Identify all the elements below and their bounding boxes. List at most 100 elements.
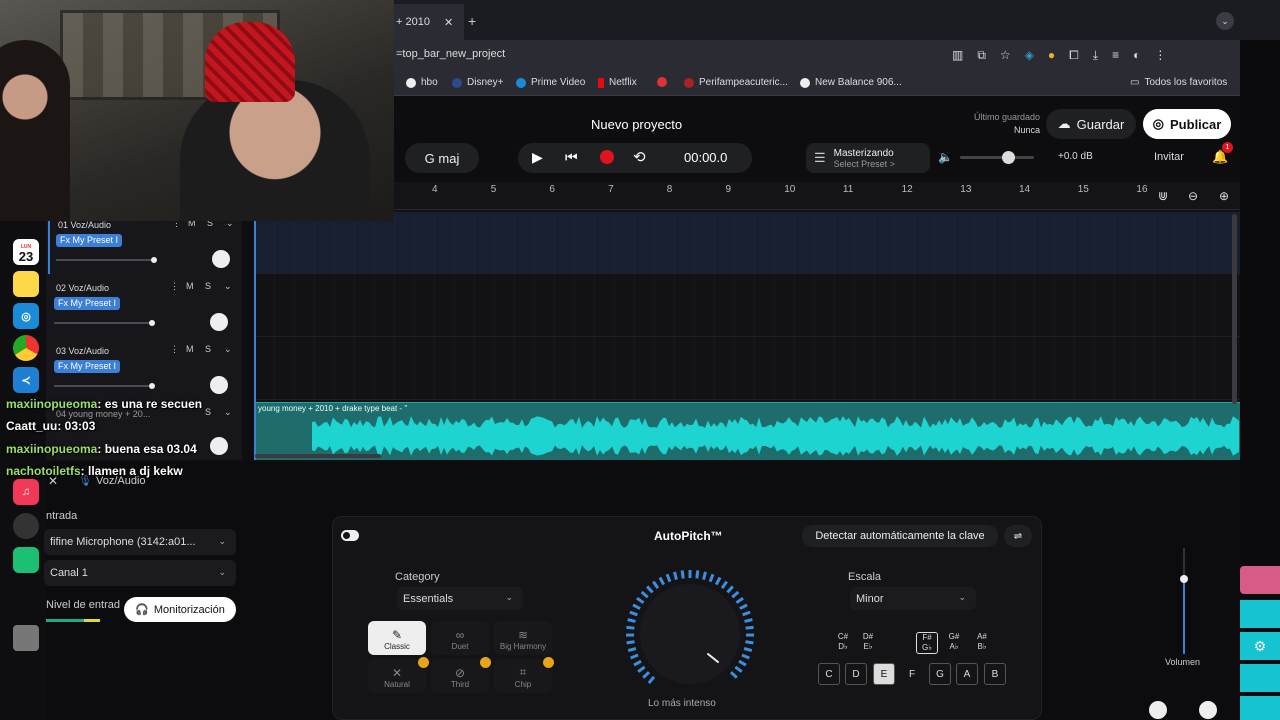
profile-icon[interactable]: ◐ [1133, 48, 1140, 63]
solo-button[interactable]: S [205, 407, 211, 417]
bookmark-all-favorites[interactable]: ▭ Todos los favoritos [1130, 77, 1227, 88]
save-button[interactable]: ☁ Guardar [1046, 109, 1136, 139]
track-volume-slider[interactable] [56, 257, 157, 263]
track-lane[interactable] [254, 338, 1240, 400]
chevron-down-icon[interactable]: ⌄ [224, 281, 232, 292]
horizontal-scrollbar[interactable] [255, 454, 381, 458]
gear-icon[interactable]: ⚙ [1240, 632, 1280, 660]
intensity-knob[interactable] [620, 570, 760, 690]
bookmark-netflix[interactable]: Netflix [598, 77, 637, 88]
facetime-icon[interactable] [13, 547, 39, 573]
channel-select[interactable]: Canal 1 ⌄ [44, 560, 236, 586]
key-f[interactable]: F [901, 663, 923, 685]
publish-button[interactable]: ◎ Publicar [1143, 109, 1231, 139]
slider-handle[interactable] [149, 320, 155, 326]
calendar-icon[interactable]: LUN 23 [13, 239, 39, 265]
extension-icon[interactable]: ◈ [1025, 48, 1034, 63]
trash-icon[interactable] [13, 625, 39, 651]
monitor-button[interactable]: 🎧 Monitorización [124, 597, 236, 622]
slider-handle[interactable] [1180, 575, 1188, 583]
vertical-scrollbar[interactable] [1232, 214, 1237, 404]
chevron-down-icon[interactable]: ⌄ [224, 344, 232, 355]
style-big-harmony[interactable]: ≋ Big Harmony [494, 621, 552, 655]
bookmark-newbalance[interactable]: New Balance 906... [800, 77, 902, 88]
volume-fader[interactable] [1180, 548, 1188, 654]
key-selector[interactable]: G maj [405, 143, 479, 173]
key-d[interactable]: D [845, 663, 867, 685]
chevron-down-icon[interactable]: ⌄ [224, 407, 232, 418]
fx-preset-badge[interactable]: Fx My Preset I [54, 297, 121, 310]
obs-icon[interactable] [13, 513, 39, 539]
key-a[interactable]: A [956, 663, 978, 685]
track-header[interactable]: 03 Voz/Audio ⋮ M S ⌄ Fx My Preset I [48, 338, 240, 400]
reader-icon[interactable]: ▥ [952, 48, 963, 63]
fx-preset-badge[interactable]: Fx My Preset I [54, 360, 121, 373]
sharp-key[interactable]: G# A♭ [943, 632, 965, 652]
autopitch-toggle[interactable] [341, 530, 359, 541]
star-icon[interactable]: ☆ [1000, 48, 1011, 63]
close-icon[interactable]: ✕ [444, 16, 453, 29]
sharp-key-selected[interactable]: F# G♭ [916, 632, 938, 654]
skip-back-icon[interactable]: ⏮ [565, 149, 578, 166]
pan-knob[interactable] [212, 250, 230, 268]
zoom-out-icon[interactable]: ⊖ [1188, 189, 1198, 203]
slider-handle[interactable] [151, 257, 157, 263]
pan-knob[interactable] [210, 437, 228, 455]
menu-icon[interactable]: ⋮ [1154, 48, 1166, 63]
magnet-icon[interactable]: ⋓ [1158, 189, 1168, 203]
detect-key-button[interactable]: Detectar automáticamente la clave [802, 525, 998, 547]
slider-handle[interactable] [149, 383, 155, 389]
mastering-selector[interactable]: ☰ Masterizando Select Preset > [806, 143, 930, 173]
pan-knob[interactable] [210, 313, 228, 331]
zoom-in-icon[interactable]: ⊕ [1219, 189, 1229, 203]
bookmark-red[interactable] [657, 77, 667, 87]
settings-sliders-icon[interactable]: ⇌ [1004, 525, 1032, 547]
play-icon[interactable]: ▶ [532, 149, 543, 166]
bookmark-prime[interactable]: Prime Video [516, 77, 585, 88]
track-lane[interactable] [254, 275, 1240, 337]
track-volume-slider[interactable] [54, 383, 155, 389]
microphone-select[interactable]: fifine Microphone (3142:a01... ⌄ [44, 529, 236, 555]
sharp-key[interactable]: A# B♭ [971, 632, 993, 652]
project-title[interactable]: Nuevo proyecto [591, 117, 682, 132]
new-tab-icon[interactable]: + [468, 13, 476, 29]
master-volume-slider[interactable] [960, 151, 1034, 164]
loop-icon[interactable]: ⟲ [633, 148, 646, 166]
slider-handle[interactable] [1002, 151, 1015, 164]
extension-icon[interactable]: ● [1048, 48, 1055, 63]
sharp-key[interactable]: C# D♭ [832, 632, 854, 652]
bookmark-hbo[interactable]: hbo [406, 77, 438, 88]
mute-button[interactable]: M [186, 344, 194, 354]
notes-icon[interactable] [13, 271, 39, 297]
chrome-icon[interactable] [13, 335, 39, 361]
key-b[interactable]: B [984, 663, 1006, 685]
output-knob[interactable] [1149, 701, 1167, 719]
category-select[interactable]: Essentials ⌄ [397, 587, 523, 610]
cast-icon[interactable]: ⧉ [977, 48, 986, 63]
media-icon[interactable]: ≡ [1112, 48, 1119, 63]
record-icon[interactable] [600, 150, 614, 164]
track-header[interactable]: 02 Voz/Audio ⋮ M S ⌄ Fx My Preset I [48, 275, 240, 337]
chevron-down-icon[interactable]: ⌄ [1216, 12, 1234, 30]
fx-preset-badge[interactable]: Fx My Preset I [56, 234, 123, 247]
more-icon[interactable]: ⋮ [170, 344, 179, 355]
safari-icon[interactable]: ◎ [13, 303, 39, 329]
track-lane[interactable] [254, 212, 1240, 274]
key-c[interactable]: C [818, 663, 840, 685]
solo-button[interactable]: S [205, 281, 211, 291]
bookmark-perifa[interactable]: Perifampeacuteric... [684, 77, 788, 88]
style-duet[interactable]: ∞ Duet [431, 621, 489, 655]
music-icon[interactable]: ♫ [13, 479, 39, 505]
timeline-ruler[interactable] [394, 182, 1240, 210]
browser-tab[interactable]: + 2010 ✕ [394, 4, 464, 40]
pan-knob[interactable] [210, 376, 228, 394]
playhead[interactable] [254, 210, 256, 460]
bookmark-disney[interactable]: Disney+ [452, 77, 503, 88]
scale-select[interactable]: Minor ⌄ [850, 587, 976, 610]
key-g[interactable]: G [929, 663, 951, 685]
track-header[interactable]: 01 Voz/Audio ⋮ M S ⌄ Fx My Preset I [48, 212, 240, 274]
track-volume-slider[interactable] [54, 320, 155, 326]
solo-button[interactable]: S [205, 344, 211, 354]
output-knob[interactable] [1199, 701, 1217, 719]
style-classic[interactable]: ✎ Classic [368, 621, 426, 655]
